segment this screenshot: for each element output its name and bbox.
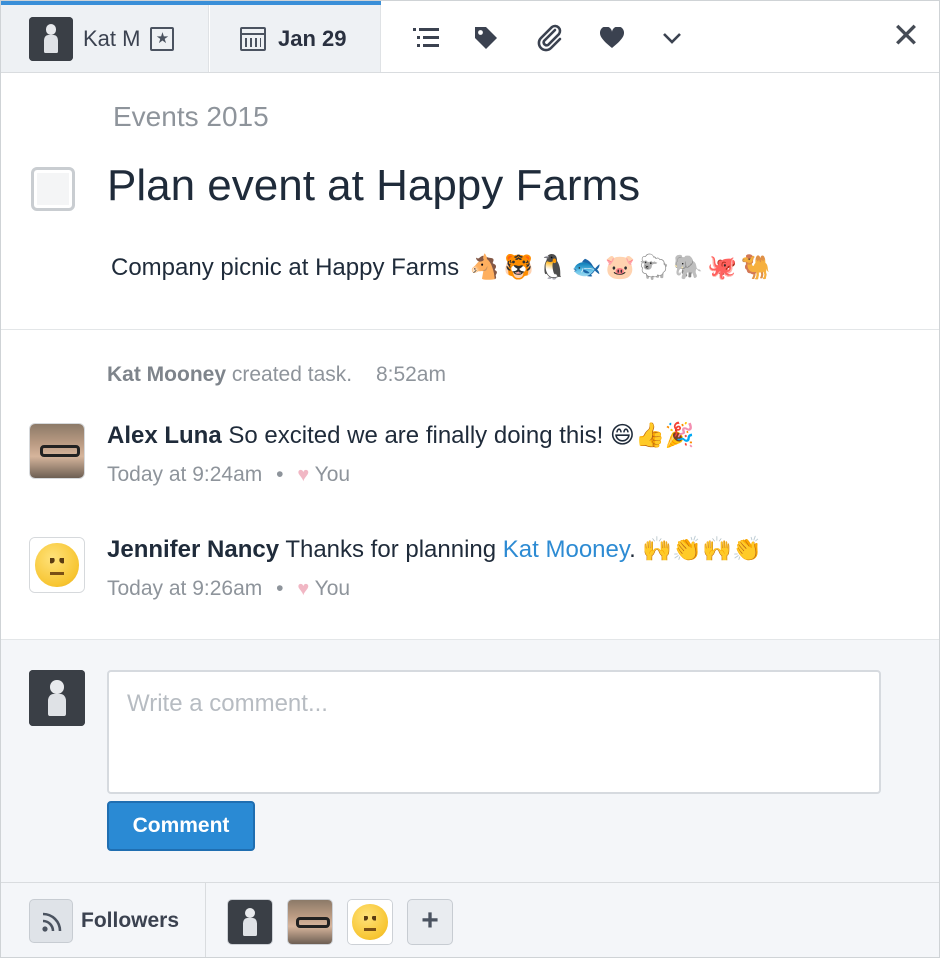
- follower-avatar[interactable]: [347, 899, 393, 945]
- comment-text: So excited we are finally doing this!: [228, 422, 604, 449]
- heart-icon[interactable]: ♥: [297, 464, 309, 486]
- chevron-down-icon[interactable]: [655, 21, 689, 55]
- avatar[interactable]: [29, 423, 85, 479]
- liked-by: You: [314, 463, 351, 486]
- due-date-button[interactable]: Jan 29: [210, 5, 381, 72]
- task-title[interactable]: Plan event at Happy Farms: [107, 161, 640, 211]
- task-toolbar: Kat M ★ Jan 29 ✕: [1, 1, 939, 73]
- description-emoji: 🐴🐯🐧🐟🐷🐑🐘🐙🐫: [469, 254, 775, 281]
- mention-link[interactable]: Kat Mooney: [503, 536, 629, 563]
- liked-by: You: [314, 577, 351, 600]
- subtasks-icon[interactable]: [409, 21, 443, 55]
- task-description[interactable]: Company picnic at Happy Farms 🐴🐯🐧🐟🐷🐑🐘🐙🐫: [111, 253, 775, 282]
- description-text: Company picnic at Happy Farms: [111, 254, 460, 281]
- heart-icon[interactable]: [595, 21, 629, 55]
- comment-button[interactable]: Comment: [107, 801, 255, 851]
- calendar-icon: [240, 26, 266, 51]
- comment-line: Jennifer Nancy Thanks for planning Kat M…: [107, 535, 762, 564]
- followers-bar: Followers +: [1, 882, 939, 957]
- avatar[interactable]: [29, 537, 85, 593]
- created-time: 8:52am: [375, 363, 446, 386]
- project-name[interactable]: Events 2015: [113, 101, 269, 133]
- comment-text-end: .: [629, 536, 636, 563]
- section-divider: [1, 329, 939, 330]
- followers-divider: [205, 883, 206, 957]
- tag-icon[interactable]: [469, 21, 503, 55]
- comment-author[interactable]: Jennifer Nancy: [107, 536, 279, 563]
- attachment-icon[interactable]: [533, 21, 567, 55]
- heart-icon[interactable]: ♥: [297, 578, 309, 600]
- follower-avatar[interactable]: [227, 899, 273, 945]
- comment-time: Today at 9:26am: [107, 577, 263, 600]
- add-follower-button[interactable]: +: [407, 899, 453, 945]
- comment-time: Today at 9:24am: [107, 463, 263, 486]
- comment-emoji: 😄👍🎉: [609, 422, 695, 449]
- created-story: Kat Mooney created task. 8:52am: [107, 363, 446, 387]
- rss-icon[interactable]: [29, 899, 73, 943]
- follower-avatar[interactable]: [287, 899, 333, 945]
- my-tasks-star-icon[interactable]: ★: [150, 26, 175, 51]
- meta-bullet: •: [276, 577, 284, 600]
- due-date-label: Jan 29: [278, 25, 347, 51]
- task-complete-checkbox[interactable]: [31, 167, 75, 211]
- meta-bullet: •: [276, 463, 284, 486]
- task-detail-pane: Kat M ★ Jan 29 ✕ Events 2015 Plan event …: [0, 0, 940, 958]
- assignee-avatar: [29, 16, 73, 61]
- comment-input[interactable]: Write a comment...: [107, 670, 881, 794]
- followers-label: Followers: [81, 909, 180, 932]
- assignee-button[interactable]: Kat M ★: [1, 5, 209, 72]
- current-user-avatar: [29, 670, 85, 726]
- created-text: created task.: [231, 363, 353, 386]
- comment-composer: Write a comment... Comment: [1, 640, 939, 882]
- assignee-name: Kat M: [83, 25, 141, 51]
- comment-meta: Today at 9:26am • ♥ You: [107, 577, 350, 601]
- comment-meta: Today at 9:24am • ♥ You: [107, 463, 350, 487]
- comment-author[interactable]: Alex Luna: [107, 422, 222, 449]
- comment-text: Thanks for planning: [285, 536, 497, 563]
- comment-emoji: 🙌👏🙌👏: [642, 536, 762, 563]
- comment-line: Alex Luna So excited we are finally doin…: [107, 421, 695, 450]
- creator-name[interactable]: Kat Mooney: [107, 363, 226, 386]
- close-icon[interactable]: ✕: [889, 19, 923, 53]
